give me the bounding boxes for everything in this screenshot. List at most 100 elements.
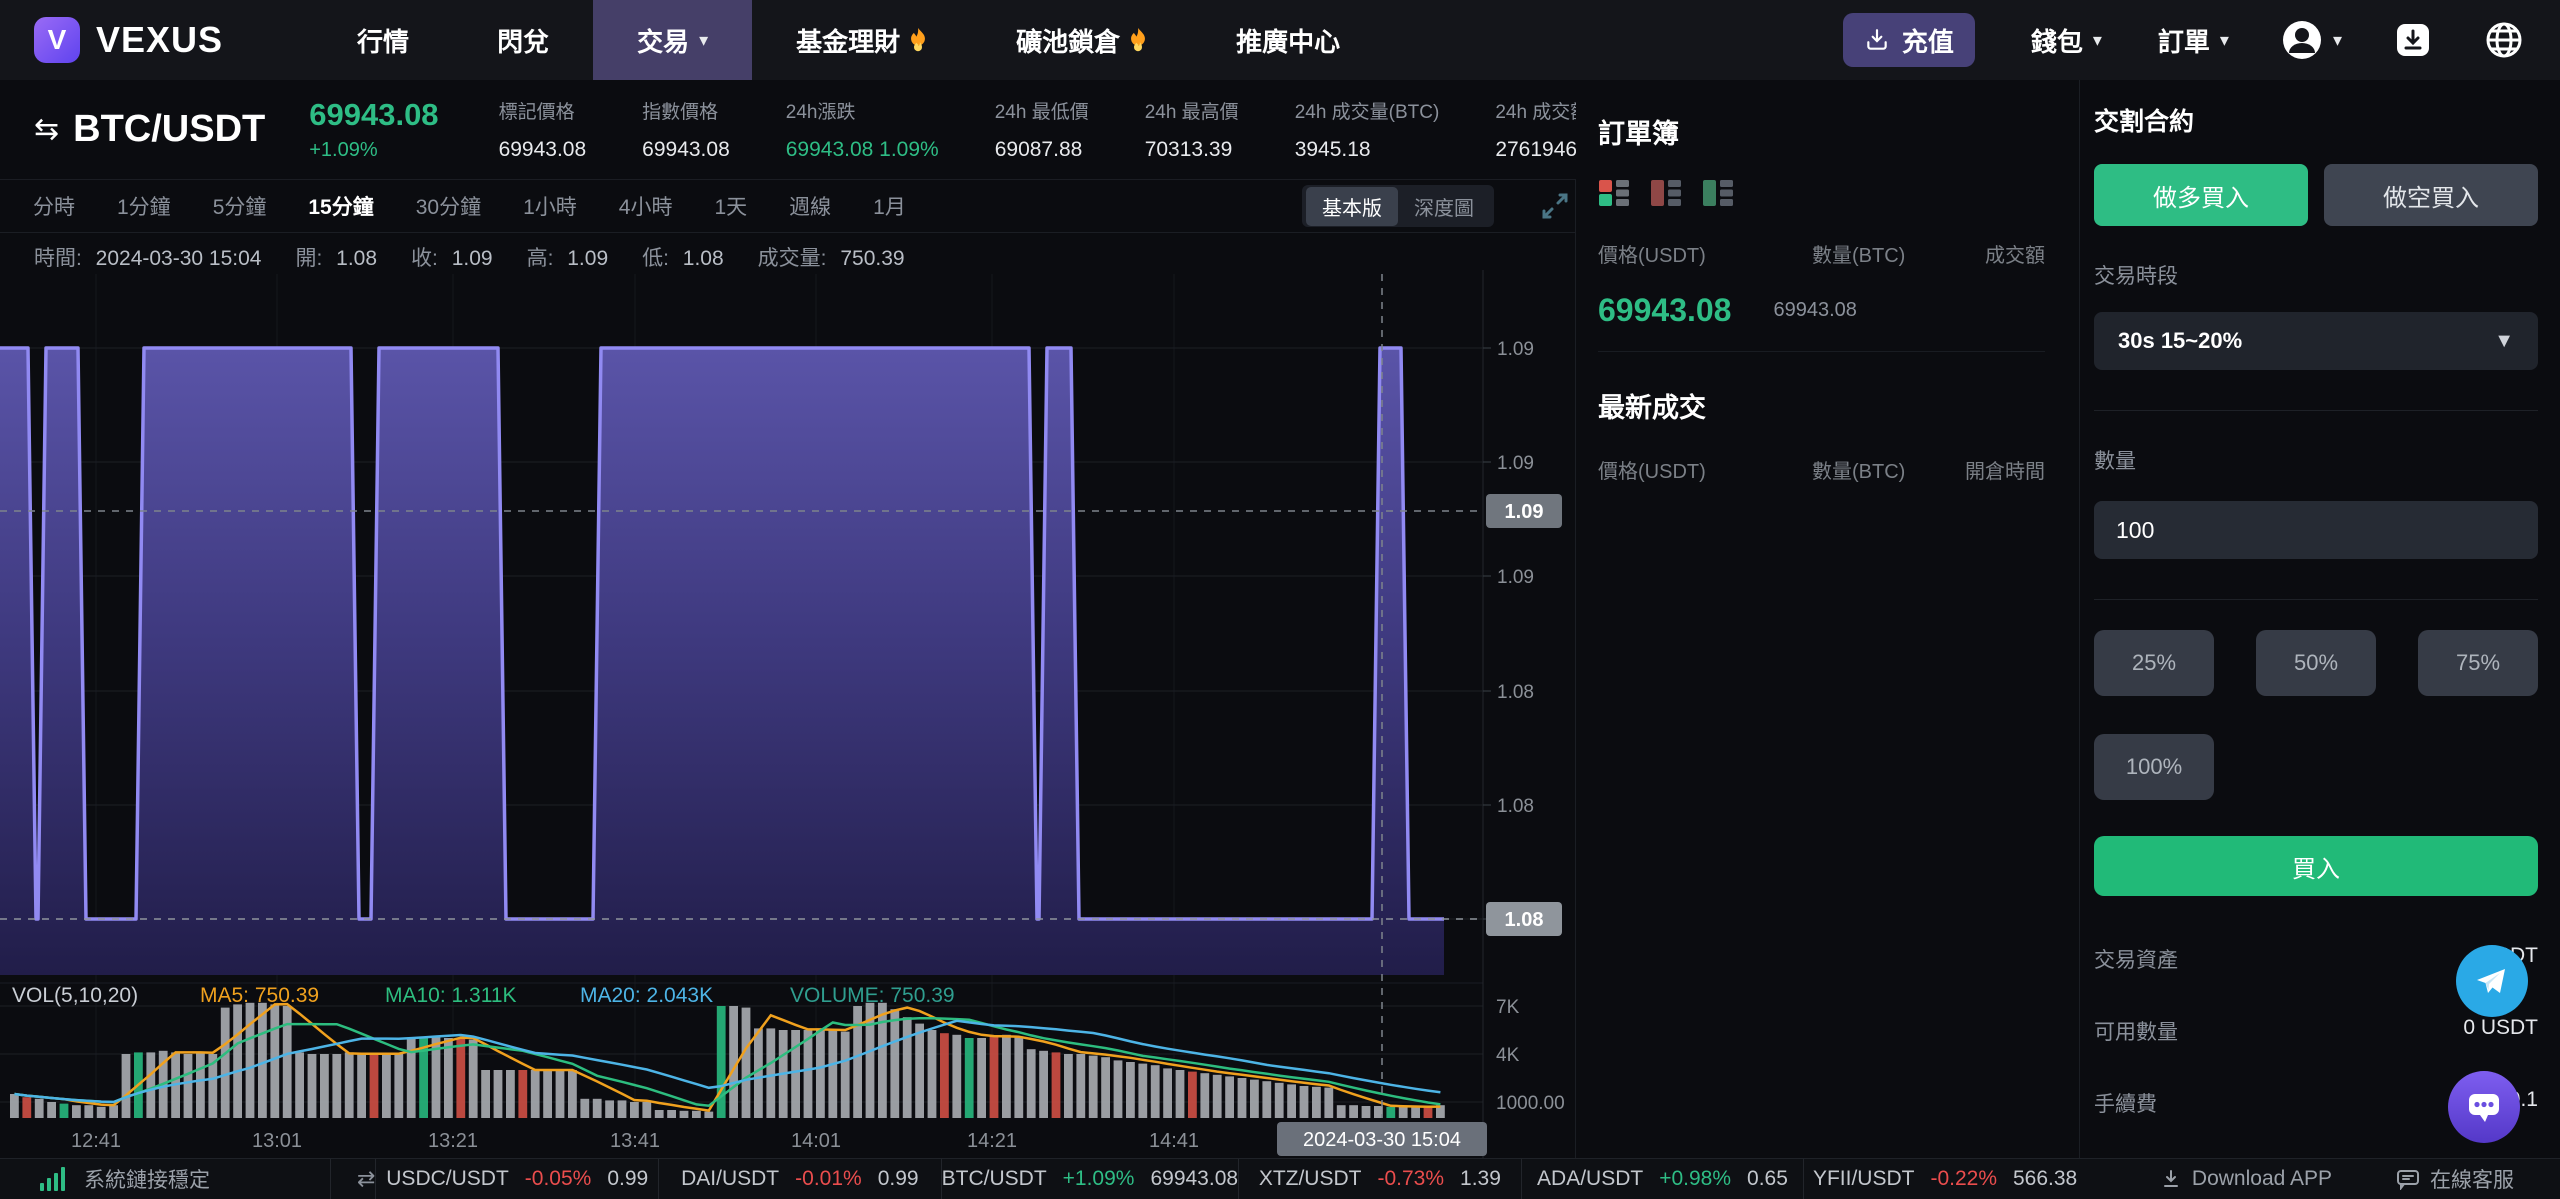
ticker-DAI/USDT[interactable]: DAI/USDT -0.01% 0.99 xyxy=(658,1158,941,1199)
account-menu[interactable]: ▾ xyxy=(2281,19,2342,61)
ticker-change: -0.05% xyxy=(524,1167,592,1190)
ticker-pair: YFII/USDT xyxy=(1812,1167,1915,1190)
ticker-price: 69943.08 xyxy=(1150,1167,1239,1190)
nav-item-3[interactable]: 交易 ▾ xyxy=(593,0,753,80)
wallet-menu[interactable]: 錢包 ▾ xyxy=(2031,22,2102,59)
swap-pair-icon[interactable]: ⇆ xyxy=(34,112,59,147)
ob-view-asks-icon[interactable] xyxy=(1650,177,1682,209)
market-stat: 24h 最高價 70313.39 xyxy=(1145,97,1239,162)
svg-text:13:01: 13:01 xyxy=(252,1130,302,1152)
last-price-block: 69943.08 +1.09% xyxy=(309,97,438,162)
nav-item-6[interactable]: 推廣中心 xyxy=(1192,0,1384,80)
price-volume-chart[interactable]: 7K 4K 1000.00 VOL(5,10,20) MA5: 750.39 MA10: … xyxy=(0,270,1576,1158)
percent-button-50[interactable]: 50% xyxy=(2256,630,2376,696)
telegram-float-button[interactable] xyxy=(2456,945,2528,1017)
percent-button-75[interactable]: 75% xyxy=(2418,630,2538,696)
ticker-change: -0.73% xyxy=(1377,1167,1445,1190)
trade-info-row: 可用數量 0 USDT xyxy=(2094,1016,2538,1046)
nav-item-4[interactable]: 基金理財 xyxy=(752,0,972,80)
timeframe-1月[interactable]: 1月 xyxy=(852,191,927,221)
short-buy-button[interactable]: 做空買入 xyxy=(2324,164,2538,226)
svg-text:1.09: 1.09 xyxy=(1497,567,1534,588)
fullscreen-icon[interactable] xyxy=(1540,191,1570,221)
online-support-link[interactable]: 在線客服 xyxy=(2396,1164,2514,1194)
svg-text:1.09: 1.09 xyxy=(1497,453,1534,474)
ticker-YFII/USDT[interactable]: YFII/USDT -0.22% 566.38 xyxy=(1803,1158,2086,1199)
nav-right: 充值 錢包 ▾ 訂單 ▾ ▾ xyxy=(1842,13,2524,67)
deposit-icon xyxy=(1867,29,1887,50)
orders-menu[interactable]: 訂單 ▾ xyxy=(2158,22,2229,59)
ticker-USDC/USDT[interactable]: USDC/USDT -0.05% 0.99 xyxy=(375,1158,658,1199)
svg-text:MA5: 750.39: MA5: 750.39 xyxy=(200,984,319,1007)
timeframe-週線[interactable]: 週線 xyxy=(768,191,852,221)
orderbook-panel: 訂單簿 價格(USDT) 數量(BTC) 成交額 69943.08 69943.08… xyxy=(1576,80,2080,1158)
nav-item-5[interactable]: 礦池鎖倉 xyxy=(972,0,1192,80)
mode-basic-chip[interactable]: 基本版 xyxy=(1306,186,1398,226)
timeframe-5分鐘[interactable]: 5分鐘 xyxy=(192,191,288,221)
chart-panel: 分時 1分鐘 5分鐘 15分鐘 30分鐘 1小時 4小時 1天 週線 1月 基本版 深度圖 時間:… xyxy=(0,180,1576,1158)
ob-view-both-icon[interactable] xyxy=(1598,177,1630,209)
status-bar-right: Download APP 在線客服 xyxy=(2096,1164,2514,1194)
ticker-price: 1.39 xyxy=(1460,1167,1501,1190)
language-button[interactable] xyxy=(2484,20,2524,60)
timeframe-1分鐘[interactable]: 1分鐘 xyxy=(96,191,192,221)
timeframe-4小時[interactable]: 4小時 xyxy=(598,191,694,221)
amount-input[interactable]: 100 xyxy=(2094,501,2538,559)
trades-col-header: 開倉時間 xyxy=(1965,461,2045,483)
pair-symbol: BTC/USDT xyxy=(73,108,266,150)
ticker-scroll-icon[interactable]: ⇄ xyxy=(330,1158,375,1199)
ticker-change: +1.09% xyxy=(1062,1167,1135,1190)
ticker-BTC/USDT[interactable]: BTC/USDT +1.09% 69943.08 xyxy=(940,1158,1239,1199)
ohlc-item: 時間: 2024-03-30 15:04 xyxy=(34,247,262,270)
ticker-change: -0.22% xyxy=(1930,1167,1997,1190)
buy-button[interactable]: 買入 xyxy=(2094,836,2538,896)
nav-menu: 行情 閃兌 交易 ▾ 基金理財 礦池鎖倉 推廣中心 xyxy=(313,0,1384,80)
chat-icon xyxy=(2397,1170,2419,1190)
download-app-button[interactable] xyxy=(2394,21,2432,59)
fire-icon xyxy=(911,28,926,52)
nav-item-2[interactable]: 閃兌 xyxy=(453,0,593,80)
mode-depth-chip[interactable]: 深度圖 xyxy=(1398,187,1490,226)
deposit-button[interactable]: 充值 xyxy=(1842,13,1975,67)
long-buy-button[interactable]: 做多買入 xyxy=(2094,164,2308,226)
percent-button-25[interactable]: 25% xyxy=(2094,630,2214,696)
timeframe-1小時[interactable]: 1小時 xyxy=(502,191,598,221)
timeframe-list: 分時 1分鐘 5分鐘 15分鐘 30分鐘 1小時 4小時 1天 週線 1月 xyxy=(12,191,927,221)
ohlc-info-row: 時間: 2024-03-30 15:04 開: 1.08 收: 1.09 高: 1.0… xyxy=(34,242,939,272)
ohlc-item: 高: 1.09 xyxy=(526,247,609,270)
market-stat: 指數價格 69943.08 xyxy=(642,97,730,162)
market-stat: 24h漲跌 69943.08 1.09% xyxy=(786,97,939,162)
svg-text:1.09: 1.09 xyxy=(1497,339,1534,360)
ob-view-bids-icon[interactable] xyxy=(1702,177,1734,209)
nav-item-1[interactable]: 行情 xyxy=(313,0,453,80)
ticker-XTZ/USDT[interactable]: XTZ/USDT -0.73% 1.39 xyxy=(1238,1158,1521,1199)
svg-text:13:41: 13:41 xyxy=(610,1130,660,1152)
market-stat: 24h 成交量(BTC) 3945.18 xyxy=(1295,97,1440,162)
brand-logo-icon[interactable]: V xyxy=(34,17,80,63)
stat-value: 3945.18 xyxy=(1294,138,1371,161)
download-icon xyxy=(2163,1170,2178,1187)
orderbook-col-header: 成交額 xyxy=(1985,245,2045,267)
svg-text:1.08: 1.08 xyxy=(1505,909,1544,931)
download-app-link[interactable]: Download APP xyxy=(2160,1167,2332,1191)
timeframe-分時[interactable]: 分時 xyxy=(12,191,96,221)
top-nav: V VEXUS 行情 閃兌 交易 ▾ 基金理財 礦池鎖倉 推廣中心 充值 錢包 ▾ 訂單 ▾ ▾ xyxy=(0,0,2560,80)
stat-label: 24h 最高價 xyxy=(1144,102,1239,123)
ticker-change: +0.98% xyxy=(1659,1167,1732,1190)
timeframe-30分鐘[interactable]: 30分鐘 xyxy=(395,191,502,221)
stat-label: 24h漲跌 xyxy=(785,102,856,123)
timeframe-bar: 分時 1分鐘 5分鐘 15分鐘 30分鐘 1小時 4小時 1天 週線 1月 基本版 深度圖 xyxy=(0,180,1576,233)
ticker-pair: DAI/USDT xyxy=(681,1167,780,1190)
orderbook-last-price: 69943.08 xyxy=(1598,292,1732,328)
ticker-ADA/USDT[interactable]: ADA/USDT +0.98% 0.65 xyxy=(1520,1158,1804,1199)
ticker-pair: BTC/USDT xyxy=(941,1167,1047,1190)
app-window: V VEXUS 行情 閃兌 交易 ▾ 基金理財 礦池鎖倉 推廣中心 充值 錢包 ▾ 訂單 ▾ ▾… xyxy=(0,0,2560,1199)
timeframe-1天[interactable]: 1天 xyxy=(693,191,768,221)
trade-info-label: 交易資產 xyxy=(2094,949,2178,972)
percent-button-100[interactable]: 100% xyxy=(2094,734,2214,800)
ticker-price: 0.99 xyxy=(607,1167,649,1190)
timeframe-15分鐘[interactable]: 15分鐘 xyxy=(287,191,394,221)
customer-service-float-button[interactable] xyxy=(2448,1071,2520,1143)
orderbook-title: 訂單簿 xyxy=(1598,119,1679,149)
period-select[interactable]: 30s 15~20% ▼ xyxy=(2094,312,2538,370)
